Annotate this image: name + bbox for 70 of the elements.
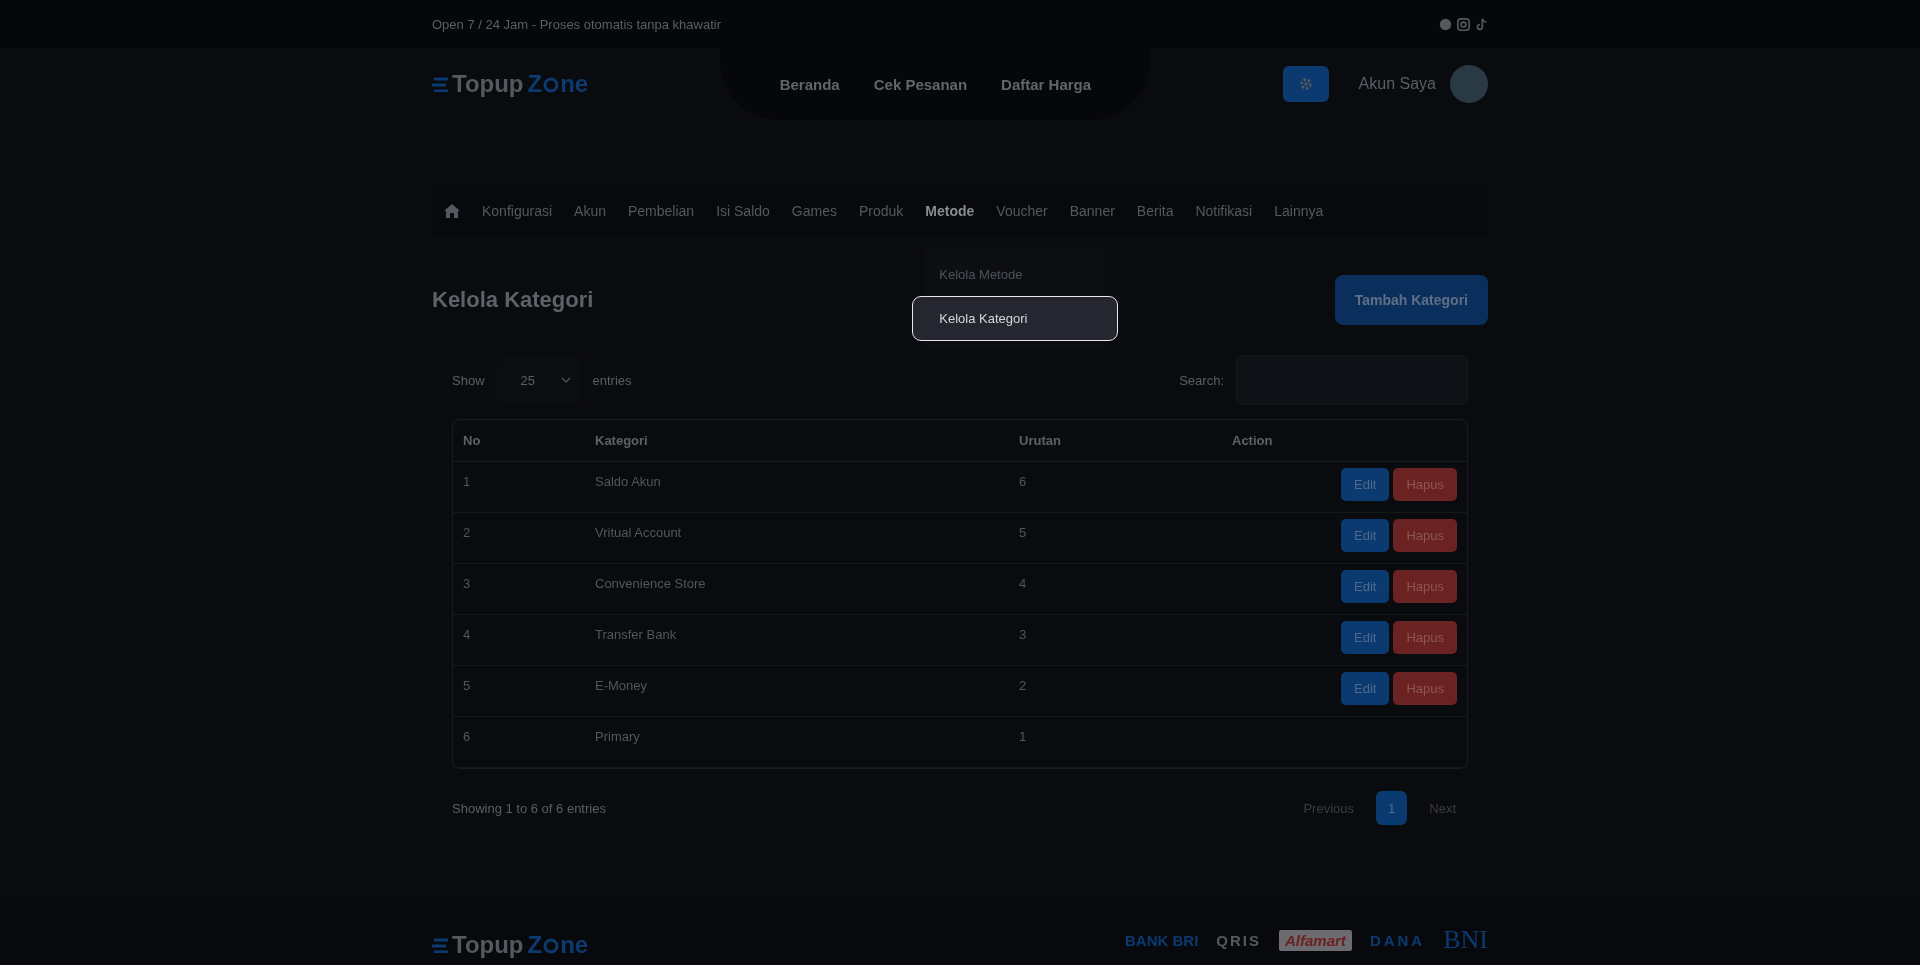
- entries-label: entries: [592, 372, 632, 388]
- table-cell: 3: [1009, 615, 1222, 666]
- table-cell: E-Money: [585, 666, 1009, 717]
- edit-button[interactable]: Edit: [1341, 672, 1390, 705]
- table-cell: 6: [1009, 462, 1222, 513]
- table-cell: Saldo Akun: [585, 462, 1009, 513]
- column-header[interactable]: Urutan: [1009, 420, 1222, 462]
- tagline: Open 7 / 24 Jam - Proses otomatis tanpa khawatir: [432, 16, 722, 32]
- add-category-button[interactable]: Tambah Kategori: [1334, 275, 1488, 325]
- admin-menu-item[interactable]: Metode: [925, 203, 975, 219]
- home-icon[interactable]: [444, 204, 460, 218]
- payment-logo: BNI: [1443, 925, 1488, 955]
- lines-icon: [432, 76, 448, 92]
- table-cell: 5: [1009, 513, 1222, 564]
- dropdown-item[interactable]: Kelola Kategori: [913, 297, 1118, 340]
- table-cell: Convenience Store: [585, 564, 1009, 615]
- ring-icon: [542, 936, 561, 954]
- admin-menu-item[interactable]: Akun: [574, 203, 606, 219]
- column-header[interactable]: No: [453, 420, 585, 462]
- table-cell: 4: [1009, 564, 1222, 615]
- admin-menu-item[interactable]: Banner: [1069, 203, 1115, 219]
- table-cell: 1: [453, 462, 585, 513]
- site-logo[interactable]: Topup Z ne: [432, 70, 589, 98]
- chevron-down-icon: [560, 377, 571, 383]
- edit-button[interactable]: Edit: [1341, 519, 1390, 552]
- edit-button[interactable]: Edit: [1341, 468, 1390, 501]
- table-cell: 6: [453, 717, 585, 768]
- admin-menu-item[interactable]: Isi Saldo: [716, 203, 770, 219]
- admin-menu-item[interactable]: Voucher: [996, 203, 1048, 219]
- ring-icon: [542, 75, 561, 93]
- show-label: Show: [452, 372, 485, 388]
- payment-logo: BANK BRI: [1125, 931, 1199, 949]
- admin-menu-item[interactable]: Games: [791, 203, 837, 219]
- nav-link[interactable]: Beranda: [779, 75, 840, 93]
- edit-button[interactable]: Edit: [1341, 570, 1390, 603]
- account-link[interactable]: Akun Saya: [1358, 75, 1436, 93]
- table-cell: Vritual Account: [585, 513, 1009, 564]
- lines-icon: [432, 937, 448, 953]
- column-header[interactable]: Action: [1222, 420, 1467, 462]
- table-cell: 4: [453, 615, 585, 666]
- column-header[interactable]: Kategori: [585, 420, 1009, 462]
- admin-menu-item[interactable]: Lainnya: [1274, 203, 1324, 219]
- table-cell: 3: [453, 564, 585, 615]
- footer-logo[interactable]: Topup Z ne: [432, 931, 589, 959]
- page-title: Kelola Kategori: [432, 287, 594, 313]
- settings-button[interactable]: [1282, 66, 1329, 102]
- admin-menu-item[interactable]: Berita: [1136, 203, 1174, 219]
- table-info: Showing 1 to 6 of 6 entries: [452, 800, 606, 816]
- nav-link[interactable]: Cek Pesanan: [873, 75, 968, 93]
- admin-menu-item[interactable]: Konfigurasi: [482, 203, 553, 219]
- payment-logo: DANA: [1369, 931, 1426, 949]
- pagination-button[interactable]: 1: [1376, 791, 1408, 825]
- admin-menu-item[interactable]: Notifikasi: [1195, 203, 1253, 219]
- table-cell: 5: [453, 666, 585, 717]
- table-cell: 2: [453, 513, 585, 564]
- table-cell: Primary: [585, 717, 1009, 768]
- admin-menu-item[interactable]: Pembelian: [627, 203, 695, 219]
- admin-menu-item[interactable]: Produk: [858, 203, 904, 219]
- table-cell: 2: [1009, 666, 1222, 717]
- dropdown-item[interactable]: Kelola Metode: [925, 258, 1106, 291]
- table-cell: Transfer Bank: [585, 615, 1009, 666]
- edit-button[interactable]: Edit: [1341, 621, 1390, 654]
- search-label: Search:: [1179, 372, 1224, 388]
- avatar[interactable]: [1450, 65, 1488, 103]
- table-cell: 1: [1009, 717, 1222, 768]
- tiktok-icon[interactable]: [1475, 17, 1488, 31]
- instagram-icon[interactable]: [1457, 17, 1470, 31]
- payment-logo: QRIS: [1216, 931, 1261, 949]
- payment-logo: Alfamart: [1279, 929, 1352, 951]
- nav-link[interactable]: Daftar Harga: [1001, 75, 1092, 93]
